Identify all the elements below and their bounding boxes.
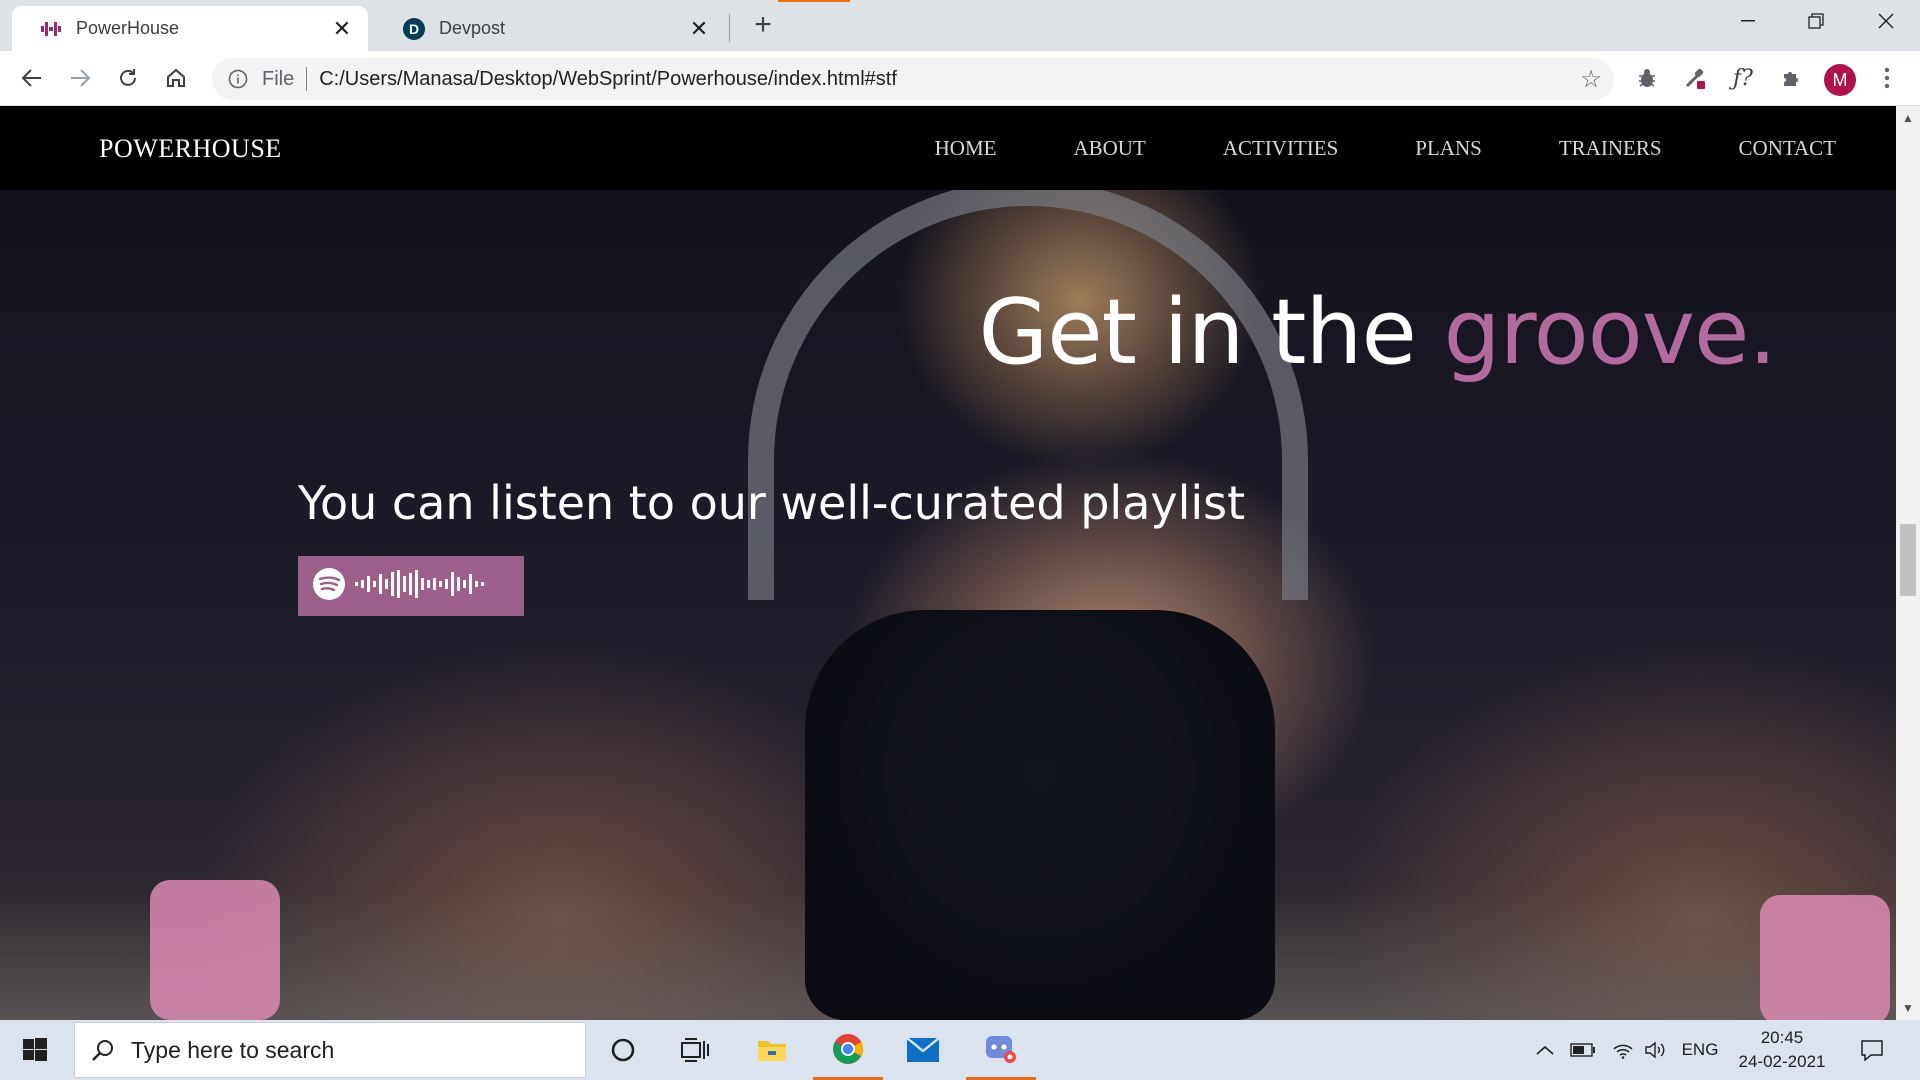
scrollbar-thumb[interactable] bbox=[1900, 524, 1916, 596]
hero-photo-wristband-left bbox=[150, 880, 280, 1020]
windows-taskbar: Type here to search ENG 20:45 24-02-2021 bbox=[0, 1020, 1920, 1080]
nav-home[interactable]: HOME bbox=[935, 136, 997, 161]
taskbar-clock[interactable]: 20:45 24-02-2021 bbox=[1734, 1026, 1830, 1074]
taskbar-search-box[interactable]: Type here to search bbox=[74, 1022, 586, 1078]
clock-date: 24-02-2021 bbox=[1738, 1052, 1826, 1071]
site-navbar: POWERHOUSE HOME ABOUT ACTIVITIES PLANS T… bbox=[0, 106, 1896, 190]
taskbar-search-placeholder: Type here to search bbox=[131, 1036, 335, 1063]
forward-arrow-icon[interactable] bbox=[63, 61, 97, 95]
wifi-icon[interactable] bbox=[1608, 1020, 1638, 1080]
devpost-d-icon: D bbox=[403, 17, 425, 40]
nav-links: HOME ABOUT ACTIVITIES PLANS TRAINERS CON… bbox=[858, 136, 1836, 161]
volume-icon[interactable] bbox=[1640, 1020, 1670, 1080]
close-tab-icon[interactable]: ✕ bbox=[687, 16, 711, 41]
close-tab-icon[interactable]: ✕ bbox=[330, 16, 354, 41]
info-icon[interactable] bbox=[226, 67, 250, 91]
menu-kebab-icon[interactable] bbox=[1870, 61, 1904, 95]
profile-avatar[interactable]: M bbox=[1824, 64, 1856, 96]
search-icon bbox=[91, 1038, 115, 1062]
extensions-puzzle-icon[interactable] bbox=[1774, 61, 1808, 95]
dumbbell-icon bbox=[40, 18, 62, 40]
nav-trainers[interactable]: TRAINERS bbox=[1559, 136, 1662, 161]
cortana-icon[interactable] bbox=[588, 1020, 658, 1080]
scroll-up-arrow-icon[interactable]: ▲ bbox=[1896, 108, 1920, 128]
tab-separator bbox=[729, 14, 730, 42]
clock-time: 20:45 bbox=[1760, 1028, 1804, 1047]
mail-icon[interactable] bbox=[888, 1020, 958, 1080]
show-hidden-icons-chevron-icon[interactable] bbox=[1532, 1020, 1558, 1080]
battery-icon[interactable] bbox=[1568, 1020, 1598, 1080]
headline-accent: groove. bbox=[1443, 280, 1777, 385]
browser-toolbar: File C:/Users/Manasa/Desktop/WebSprint/P… bbox=[0, 51, 1920, 106]
spotify-code-link[interactable] bbox=[298, 556, 524, 616]
nav-contact[interactable]: CONTACT bbox=[1739, 136, 1836, 161]
minimize-button[interactable] bbox=[1720, 0, 1776, 42]
nav-plans[interactable]: PLANS bbox=[1415, 136, 1482, 161]
bug-extension-icon[interactable] bbox=[1630, 61, 1664, 95]
hero-photo-figure bbox=[805, 610, 1275, 1020]
file-explorer-icon[interactable] bbox=[737, 1020, 807, 1080]
address-bar[interactable]: File C:/Users/Manasa/Desktop/WebSprint/P… bbox=[212, 58, 1614, 100]
language-indicator[interactable]: ENG bbox=[1680, 1020, 1720, 1080]
new-tab-button[interactable]: + bbox=[748, 8, 778, 41]
discord-icon[interactable] bbox=[966, 1020, 1036, 1080]
bookmark-star-icon[interactable]: ☆ bbox=[1574, 62, 1608, 96]
svg-text:D: D bbox=[409, 21, 419, 37]
reload-icon[interactable] bbox=[111, 61, 145, 95]
notification-center-icon[interactable] bbox=[1852, 1020, 1892, 1080]
page-viewport: POWERHOUSE HOME ABOUT ACTIVITIES PLANS T… bbox=[0, 106, 1896, 1020]
tab-devpost[interactable]: D Devpost ✕ bbox=[375, 6, 725, 51]
browser-tab-strip: PowerHouse ✕ D Devpost ✕ + bbox=[0, 0, 1920, 51]
address-divider bbox=[306, 67, 308, 91]
restore-button[interactable] bbox=[1788, 0, 1844, 42]
headline-main: Get in the bbox=[978, 280, 1444, 385]
font-identifier-extension-icon[interactable]: ƒ? bbox=[1726, 61, 1760, 95]
nav-activities[interactable]: ACTIVITIES bbox=[1223, 136, 1338, 161]
loading-indicator bbox=[778, 0, 850, 2]
hero-subheadline: You can listen to our well-curated playl… bbox=[298, 476, 1246, 530]
close-window-button[interactable] bbox=[1858, 0, 1914, 42]
windows-start-icon[interactable] bbox=[0, 1020, 70, 1080]
eyedropper-extension-icon[interactable] bbox=[1678, 61, 1712, 95]
tab-title: PowerHouse bbox=[76, 18, 180, 38]
spotify-code-icon bbox=[310, 564, 510, 609]
hero-photo-wristband-right bbox=[1760, 895, 1890, 1020]
chrome-taskbar-icon[interactable] bbox=[813, 1020, 883, 1080]
hero-headline: Get in the groove. bbox=[978, 280, 1777, 385]
page-scrollbar[interactable]: ▲ ▼ bbox=[1896, 106, 1920, 1020]
hero-section: Get in the groove. You can listen to our… bbox=[0, 180, 1896, 1020]
home-icon[interactable] bbox=[159, 61, 193, 95]
site-brand[interactable]: POWERHOUSE bbox=[99, 134, 282, 164]
tab-title: Devpost bbox=[439, 18, 506, 38]
url-text[interactable]: C:/Users/Manasa/Desktop/WebSprint/Powerh… bbox=[319, 68, 1574, 91]
back-arrow-icon[interactable] bbox=[15, 61, 49, 95]
task-view-icon[interactable] bbox=[660, 1020, 730, 1080]
nav-about[interactable]: ABOUT bbox=[1073, 136, 1145, 161]
scroll-down-arrow-icon[interactable]: ▼ bbox=[1896, 998, 1920, 1018]
tab-powerhouse[interactable]: PowerHouse ✕ bbox=[12, 6, 368, 51]
hero-photo-headphones bbox=[748, 180, 1308, 600]
file-scheme-label: File bbox=[262, 67, 295, 90]
